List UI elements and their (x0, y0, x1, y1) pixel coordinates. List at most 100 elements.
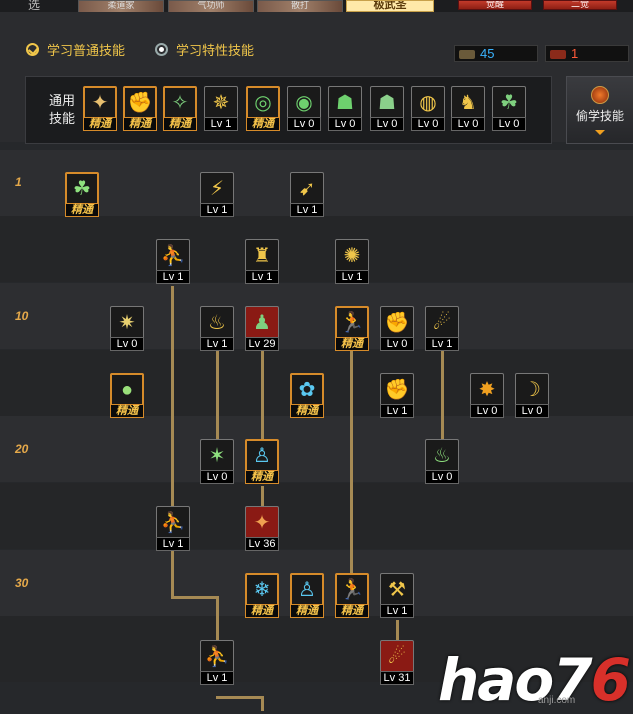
tree-skill-13[interactable]: ● 精通 (110, 373, 144, 419)
skill-icon: ☗ (370, 86, 404, 120)
skill-general-5[interactable]: ◎ 精通 (246, 86, 280, 132)
tree-skill-24[interactable]: ♙ 精通 (290, 573, 324, 619)
skill-icon: ✦ (83, 86, 117, 120)
level-marker-30: 30 (15, 576, 29, 590)
tree-skill-6[interactable]: ✺ Lv 1 (335, 239, 369, 285)
skill-level-label: Lv 1 (335, 270, 369, 284)
skill-level-label: 精通 (163, 117, 197, 131)
skill-icon: ◍ (411, 86, 445, 120)
skill-icon: ◎ (246, 86, 280, 120)
tree-skill-19[interactable]: ♙ 精通 (245, 439, 279, 485)
skill-level-label: 精通 (245, 604, 279, 618)
skill-level-label: Lv 0 (110, 337, 144, 351)
tree-skill-18[interactable]: ✶ Lv 0 (200, 439, 234, 485)
tree-connector (350, 350, 353, 580)
tree-skill-4[interactable]: ⛹ Lv 1 (156, 239, 190, 285)
tree-skill-22[interactable]: ✦ Lv 36 (245, 506, 279, 552)
tree-connector (171, 550, 174, 598)
skill-level-label: Lv 29 (245, 337, 279, 351)
watermark-site: anji.com (538, 695, 576, 706)
general-skills-box: 通用技能 ✦ 精通 ✊ 精通 ✧ 精通 ✵ Lv 1 ◎ 精通 ◉ Lv 0 ☗ Lv 0 ☗ Lv 0 ◍ Lv… (25, 76, 552, 144)
skill-level-label: 精通 (110, 404, 144, 418)
skill-level-label: Lv 0 (515, 404, 549, 418)
skill-icon: ✷ (110, 306, 144, 340)
sp-points-value: 45 (480, 46, 495, 61)
skill-icon: ➹ (290, 172, 324, 206)
tree-skill-20[interactable]: ♨ Lv 0 (425, 439, 459, 485)
class-tab-active[interactable]: 极武圣 (346, 0, 434, 12)
tree-skill-10[interactable]: 🏃 精通 (335, 306, 369, 352)
skill-icon: 🏃 (335, 306, 369, 340)
skill-level-label: Lv 1 (380, 404, 414, 418)
skill-general-1[interactable]: ✦ 精通 (83, 86, 117, 132)
tree-connector (216, 350, 219, 445)
skill-general-7[interactable]: ☗ Lv 0 (328, 86, 362, 132)
skill-level-label: Lv 1 (245, 270, 279, 284)
tree-skill-15[interactable]: ✊ Lv 1 (380, 373, 414, 419)
tree-skill-14[interactable]: ✿ 精通 (290, 373, 324, 419)
tree-skill-27[interactable]: ⛹ Lv 1 (200, 640, 234, 686)
tree-skill-26[interactable]: ⚒ Lv 1 (380, 573, 414, 619)
skill-icon: ✸ (470, 373, 504, 407)
tree-skill-9[interactable]: ♟ Lv 29 (245, 306, 279, 352)
skill-level-label: 精通 (65, 203, 99, 217)
skill-icon: ❄ (245, 573, 279, 607)
skill-general-3[interactable]: ✧ 精通 (163, 86, 197, 132)
tab-normal-skills-label: 学习普通技能 (47, 43, 126, 58)
skill-icon: ☘ (65, 172, 99, 206)
skill-level-label: Lv 1 (204, 117, 238, 131)
steal-skill-button[interactable]: 偷学技能 (566, 76, 633, 144)
skill-level-label: Lv 0 (200, 470, 234, 484)
radio-icon (155, 43, 169, 56)
skill-icon: ✊ (380, 373, 414, 407)
skill-icon: ◉ (287, 86, 321, 120)
tree-skill-25[interactable]: 🏃 精通 (335, 573, 369, 619)
tree-skill-2[interactable]: ⚡ Lv 1 (200, 172, 234, 218)
skill-icon: ♙ (290, 573, 324, 607)
tree-connector (441, 350, 444, 445)
dropdown-arrow-icon (595, 130, 605, 135)
skill-icon: ☄ (425, 306, 459, 340)
skill-level-label: Lv 1 (380, 604, 414, 618)
tree-skill-7[interactable]: ✷ Lv 0 (110, 306, 144, 352)
tree-skill-16[interactable]: ✸ Lv 0 (470, 373, 504, 419)
skill-general-11[interactable]: ☘ Lv 0 (492, 86, 526, 132)
tree-skill-1[interactable]: ☘ 精通 (65, 172, 99, 218)
skill-general-8[interactable]: ☗ Lv 0 (370, 86, 404, 132)
skill-icon: ⛹ (200, 640, 234, 674)
tree-skill-12[interactable]: ☄ Lv 1 (425, 306, 459, 352)
skill-general-4[interactable]: ✵ Lv 1 (204, 86, 238, 132)
steal-emblem-icon (591, 86, 609, 104)
tree-connector (171, 596, 219, 599)
tree-connector (261, 350, 264, 445)
tab-trait-skills[interactable]: 学习特性技能 (155, 40, 254, 59)
tree-skill-5[interactable]: ♜ Lv 1 (245, 239, 279, 285)
skill-level-label: Lv 0 (411, 117, 445, 131)
tp-points: 1 (545, 45, 629, 62)
second-awaken-button[interactable]: 二觉 (543, 0, 617, 10)
skill-general-2[interactable]: ✊ 精通 (123, 86, 157, 132)
awaken-button[interactable]: 觉醒 (458, 0, 532, 10)
learn-mode-tabs: 学习普通技能 学习特性技能 (26, 40, 254, 59)
skill-level-label: 精通 (83, 117, 117, 131)
skill-general-6[interactable]: ◉ Lv 0 (287, 86, 321, 132)
tree-skill-3[interactable]: ➹ Lv 1 (290, 172, 324, 218)
skill-icon: ☘ (492, 86, 526, 120)
skill-level-label: Lv 1 (156, 537, 190, 551)
skill-icon: ♙ (245, 439, 279, 473)
tree-skill-23[interactable]: ❄ 精通 (245, 573, 279, 619)
tree-skill-8[interactable]: ♨ Lv 1 (200, 306, 234, 352)
skill-general-9[interactable]: ◍ Lv 0 (411, 86, 445, 132)
tp-book-icon (550, 50, 566, 60)
steal-skill-label: 偷学技能 (575, 109, 624, 123)
tree-skill-11[interactable]: ✊ Lv 0 (380, 306, 414, 352)
skill-icon: ☗ (328, 86, 362, 120)
tp-points-value: 1 (571, 46, 579, 61)
tree-connector (261, 696, 264, 711)
tree-skill-17[interactable]: ☽ Lv 0 (515, 373, 549, 419)
tree-skill-21[interactable]: ⛹ Lv 1 (156, 506, 190, 552)
skill-general-10[interactable]: ♞ Lv 0 (451, 86, 485, 132)
tree-skill-28[interactable]: ☄ Lv 31 (380, 640, 414, 686)
skill-icon: ✦ (245, 506, 279, 540)
tab-normal-skills[interactable]: 学习普通技能 (26, 40, 125, 59)
